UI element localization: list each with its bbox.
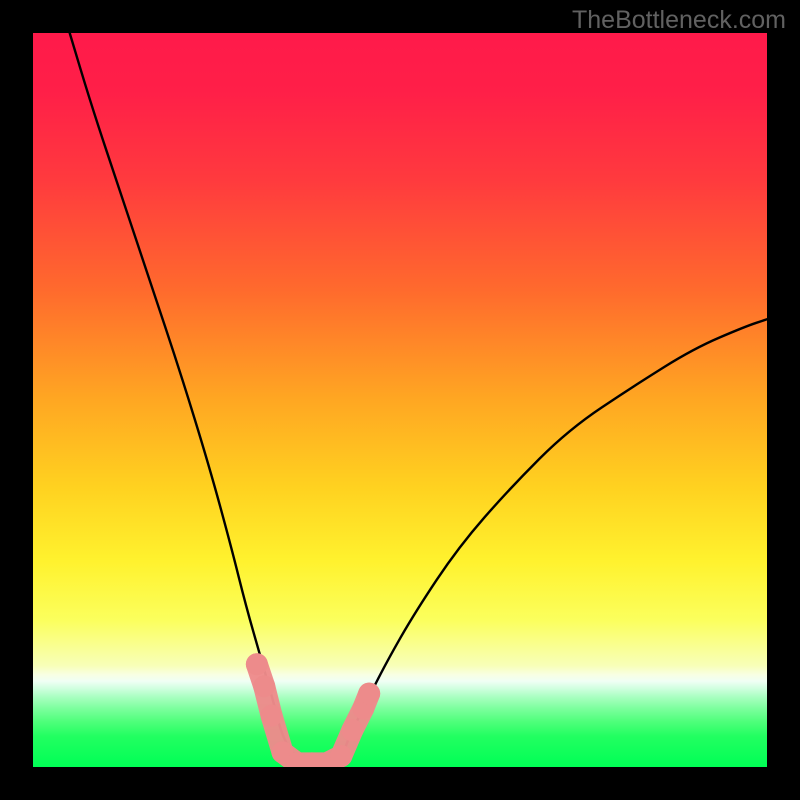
marker-point: [358, 683, 380, 705]
watermark-text: TheBottleneck.com: [572, 6, 786, 35]
chart-svg: [33, 33, 767, 767]
plot-area: [33, 33, 767, 767]
gradient-background: [33, 33, 767, 767]
chart-frame: TheBottleneck.com: [0, 0, 800, 800]
